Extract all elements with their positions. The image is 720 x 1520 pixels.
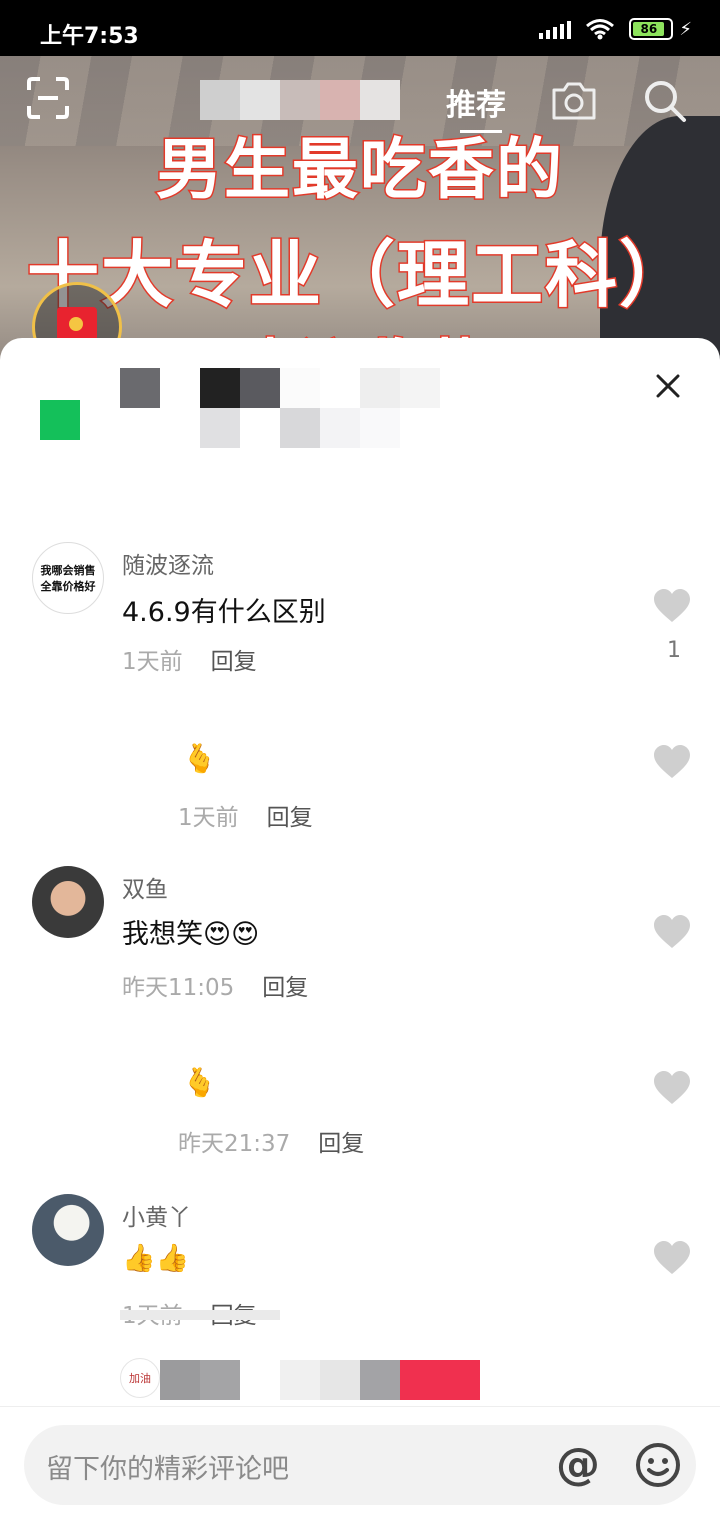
comment-meta: 1天前 回复 <box>122 642 257 676</box>
top-nav: 推荐 <box>0 56 720 146</box>
avatar-text: 加油 <box>129 1372 151 1385</box>
avatar[interactable]: 加油 <box>120 1358 160 1398</box>
reply-meta: 1天前 回复 <box>178 798 313 832</box>
like-count: 1 <box>667 638 681 663</box>
signal-icon <box>539 19 572 39</box>
search-icon[interactable] <box>642 78 688 124</box>
reply-button[interactable]: 回复 <box>211 649 257 675</box>
blurred-username <box>160 1360 480 1400</box>
heart-icon[interactable] <box>652 1240 692 1276</box>
emoji-picker-icon[interactable] <box>634 1441 682 1489</box>
camera-icon[interactable] <box>550 78 598 122</box>
comment-time: 昨天11:05 <box>122 975 235 1001</box>
thumbs-up-emoji: 👍👍 <box>122 1243 190 1274</box>
reply-meta: 昨天21:37 回复 <box>178 1124 364 1158</box>
battery-indicator: 86 ⚡ <box>629 18 692 40</box>
status-bar: 上午7:53 86 ⚡ <box>0 0 720 56</box>
comment-meta: 昨天11:05 回复 <box>122 968 308 1002</box>
heart-icon[interactable] <box>652 588 692 624</box>
comment-sheet-header <box>0 338 720 458</box>
blurred-tabs <box>200 80 400 120</box>
comment-text: 4.6.9有什么区别 <box>122 597 326 628</box>
comment-input-placeholder: 留下你的精彩评论吧 <box>46 1454 289 1485</box>
status-time: 上午7:53 <box>40 24 139 49</box>
comment-sheet: 我哪会销售 全靠价格好 随波逐流 4.6.9有什么区别 1天前 回复 1 🫰 1天… <box>0 338 720 1520</box>
comment-username[interactable]: 随波逐流 <box>122 546 214 580</box>
avatar-text-line2: 全靠价格好 <box>40 580 96 593</box>
battery-level: 86 <box>633 22 665 36</box>
blurred-header-mosaic <box>120 368 440 448</box>
reply-button[interactable]: 回复 <box>262 975 308 1001</box>
avatar[interactable] <box>32 1194 104 1266</box>
heart-icon[interactable] <box>652 744 692 780</box>
avatar-text-line1: 我哪会销售 <box>40 564 96 577</box>
scan-icon[interactable] <box>26 76 70 120</box>
at-mention-icon[interactable]: @ <box>552 1439 604 1491</box>
comment-username[interactable]: 小黄丫 <box>122 1198 191 1232</box>
heart-icon[interactable] <box>652 914 692 950</box>
avatar[interactable]: 我哪会销售 全靠价格好 <box>32 542 104 614</box>
comment-input[interactable]: 留下你的精彩评论吧 @ <box>24 1425 696 1505</box>
reply-time: 昨天21:37 <box>178 1131 291 1157</box>
heart-eyes-emoji: 😍😍 <box>203 919 260 950</box>
finger-heart-emoji: 🫰 <box>182 1066 217 1099</box>
status-indicators: 86 ⚡ <box>539 18 692 40</box>
comment-time: 1天前 <box>122 649 183 675</box>
blur-strip <box>120 1310 280 1320</box>
reply-time: 1天前 <box>178 805 239 831</box>
comment-input-bar: 留下你的精彩评论吧 @ <box>0 1406 720 1520</box>
blurred-header-avatar <box>40 400 80 440</box>
wifi-icon <box>586 19 615 40</box>
tab-recommended[interactable]: 推荐 <box>446 80 506 124</box>
comment-username[interactable]: 双鱼 <box>122 870 168 904</box>
charging-icon: ⚡ <box>679 18 692 40</box>
battery-icon: 86 <box>629 18 674 40</box>
heart-icon[interactable] <box>652 1070 692 1106</box>
comment-text: 我想笑 <box>122 919 203 950</box>
finger-heart-emoji: 🫰 <box>182 742 217 775</box>
reply-button[interactable]: 回复 <box>267 805 313 831</box>
comment-text-row: 我想笑😍😍 <box>122 912 259 951</box>
red-packet-icon <box>57 307 97 341</box>
avatar[interactable] <box>32 866 104 938</box>
close-icon[interactable] <box>652 370 684 402</box>
tab-active-indicator <box>460 130 502 133</box>
reply-button[interactable]: 回复 <box>318 1131 364 1157</box>
